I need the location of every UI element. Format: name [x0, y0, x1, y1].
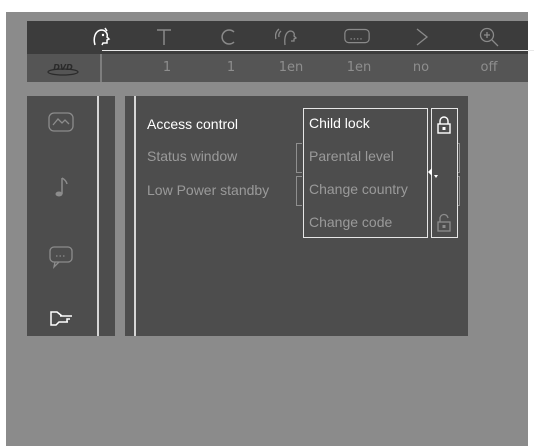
main-panel-divider [134, 96, 136, 336]
option-bracket-left [296, 143, 302, 173]
angle-value: no [412, 60, 430, 75]
language-settings-icon[interactable] [44, 244, 78, 270]
user-prefs-icon[interactable] [87, 25, 115, 49]
svg-text:DVD: DVD [53, 63, 73, 72]
chapter-icon[interactable] [214, 25, 242, 49]
top-value-row: DVD 1 1 1en 1en no off [27, 54, 528, 82]
submenu-item-change-country[interactable]: Change country [309, 181, 408, 197]
menu-pointer-line [102, 50, 534, 51]
subtitle-icon[interactable] [343, 25, 371, 49]
chapter-value: 1 [226, 60, 236, 75]
access-control-submenu: Child lock Parental level Change country… [303, 108, 428, 238]
menu-item-low-power-standby[interactable]: Low Power standby [147, 182, 269, 198]
menu-item-status-window[interactable]: Status window [147, 148, 237, 164]
title-value: 1 [162, 60, 172, 75]
audio-language-icon[interactable] [274, 25, 302, 49]
value-row-divider [100, 54, 102, 82]
dvd-logo: DVD [45, 61, 81, 76]
picture-settings-icon[interactable] [44, 109, 78, 135]
zoom-icon[interactable] [475, 25, 503, 49]
menu-item-access-control[interactable]: Access control [147, 116, 238, 132]
features-settings-icon[interactable] [44, 306, 78, 332]
submenu-item-child-lock[interactable]: Child lock [309, 115, 370, 131]
settings-sidebar [27, 96, 115, 336]
top-menu-bar: DVD 1 1 1en 1en no off [27, 21, 534, 82]
locked-padlock-icon[interactable] [436, 115, 452, 139]
title-icon[interactable] [150, 25, 178, 49]
sound-settings-icon[interactable] [44, 175, 78, 201]
zoom-value: off [480, 60, 498, 75]
subtitle-value: 1en [346, 60, 372, 75]
unlocked-padlock-icon[interactable] [436, 213, 452, 237]
option-bracket-left [296, 176, 302, 206]
audio-language-value: 1en [278, 60, 304, 75]
submenu-item-change-code[interactable]: Change code [309, 214, 392, 230]
sidebar-divider [97, 96, 99, 336]
angle-icon[interactable] [408, 25, 436, 49]
selection-cursor-icon [428, 168, 438, 178]
submenu-item-parental-level[interactable]: Parental level [309, 148, 394, 164]
